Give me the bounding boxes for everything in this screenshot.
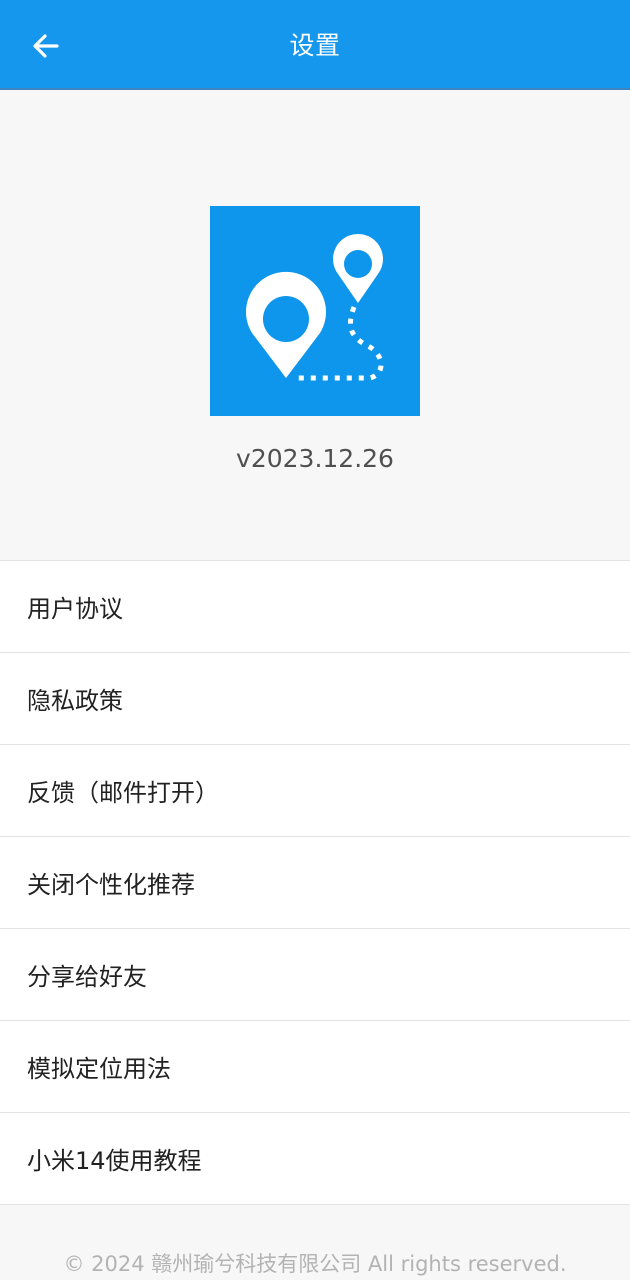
- menu-item-label: 分享给好友: [27, 963, 147, 991]
- settings-menu: 用户协议 隐私政策 反馈（邮件打开） 关闭个性化推荐 分享给好友 模拟定位用法 …: [0, 560, 630, 1205]
- menu-item-label: 隐私政策: [27, 687, 123, 715]
- menu-item-label: 反馈（邮件打开）: [27, 779, 219, 807]
- menu-item-xiaomi14-tutorial[interactable]: 小米14使用教程: [0, 1113, 630, 1205]
- page-title: 设置: [289, 31, 341, 60]
- app-logo: [210, 206, 420, 416]
- version-label: v2023.12.26: [236, 444, 394, 473]
- copyright-footer: © 2024 赣州瑜兮科技有限公司 All rights reserved.: [63, 1252, 567, 1276]
- menu-item-label: 模拟定位用法: [27, 1055, 171, 1083]
- menu-item-label: 小米14使用教程: [27, 1147, 202, 1175]
- menu-item-label: 关闭个性化推荐: [27, 871, 195, 899]
- menu-item-share[interactable]: 分享给好友: [0, 929, 630, 1021]
- menu-item-feedback[interactable]: 反馈（邮件打开）: [0, 745, 630, 837]
- app-info-section: v2023.12.26: [0, 92, 630, 560]
- menu-item-privacy-policy[interactable]: 隐私政策: [0, 653, 630, 745]
- menu-item-label: 用户协议: [27, 595, 123, 623]
- menu-item-disable-recommendations[interactable]: 关闭个性化推荐: [0, 837, 630, 929]
- menu-item-user-agreement[interactable]: 用户协议: [0, 561, 630, 653]
- app-bar: 设置: [0, 0, 630, 90]
- menu-item-mock-location-usage[interactable]: 模拟定位用法: [0, 1021, 630, 1113]
